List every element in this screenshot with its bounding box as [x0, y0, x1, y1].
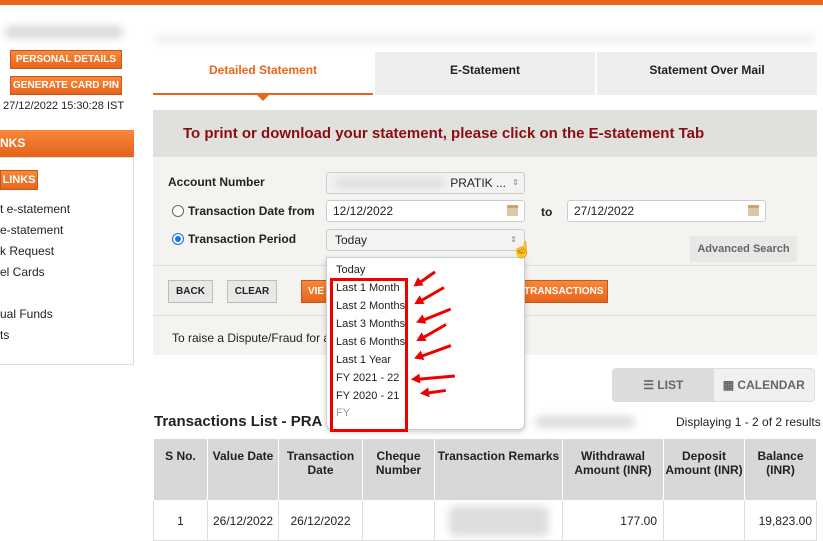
- dispute-text: To raise a Dispute/Fraud for ar: [172, 331, 335, 345]
- col-remarks: Transaction Remarks: [434, 438, 563, 501]
- account-select[interactable]: PRATIK ... ⇕: [326, 172, 525, 194]
- tab-e-statement[interactable]: E-Statement: [375, 52, 595, 95]
- sidebar-link[interactable]: el Cards: [0, 265, 45, 279]
- calendar-icon: ▦: [722, 378, 738, 392]
- calendar-view-button[interactable]: ▦ CALENDAR: [714, 369, 815, 401]
- transactions-table: S No. Value Date Transaction Date Cheque…: [153, 438, 817, 541]
- cell-cheque: [362, 500, 435, 541]
- links-header: NKS: [0, 130, 134, 157]
- tab-statement-over-mail[interactable]: Statement Over Mail: [597, 52, 817, 95]
- annotation-box: [330, 278, 408, 432]
- tab-detailed-statement[interactable]: Detailed Statement: [153, 52, 373, 101]
- account-number-label: Account Number: [168, 175, 265, 189]
- hand-cursor-icon: ☝: [512, 242, 532, 259]
- sidebar-link[interactable]: t e-statement: [0, 202, 70, 216]
- view-toggle: ☰ LIST ▦ CALENDAR: [612, 368, 815, 402]
- cell-sno: 1: [153, 500, 208, 541]
- sidebar-link[interactable]: k Request: [0, 244, 54, 258]
- col-value-date: Value Date: [207, 438, 279, 501]
- calendar-icon[interactable]: [748, 205, 759, 216]
- sidebar-link[interactable]: e-statement: [0, 223, 63, 237]
- sidebar-link[interactable]: ts: [0, 328, 9, 342]
- results-count: Displaying 1 - 2 of 2 results: [676, 415, 821, 429]
- cell-withdrawal: 177.00: [562, 500, 664, 541]
- personal-details-button[interactable]: PERSONAL DETAILS: [10, 50, 122, 69]
- last-login: 27/12/2022 15:30:28 IST: [3, 100, 125, 112]
- cell-remarks: [434, 500, 563, 541]
- advanced-search-button[interactable]: Advanced Search: [690, 236, 797, 262]
- clear-button[interactable]: CLEAR: [227, 280, 277, 303]
- transactions-button[interactable]: TRANSACTIONS: [515, 280, 608, 303]
- cell-balance: 19,823.00: [744, 500, 817, 541]
- statement-tabs: Detailed Statement E-Statement Statement…: [153, 52, 817, 101]
- date-from-input[interactable]: 12/12/2022: [326, 200, 525, 222]
- period-select[interactable]: Today ⇕: [326, 229, 525, 251]
- back-button[interactable]: BACK: [168, 280, 213, 303]
- links-button[interactable]: LINKS: [0, 170, 38, 190]
- blurred-username: [5, 25, 123, 39]
- option-today[interactable]: Today: [336, 264, 365, 276]
- date-from-option[interactable]: Transaction Date from: [172, 204, 315, 218]
- top-bar: [0, 0, 823, 5]
- sidebar-link[interactable]: ual Funds: [0, 307, 53, 321]
- col-deposit: Deposit Amount (INR): [663, 438, 745, 501]
- col-balance: Balance (INR): [744, 438, 817, 501]
- info-banner: To print or download your statement, ple…: [153, 110, 817, 157]
- period-option[interactable]: Transaction Period: [172, 232, 296, 246]
- to-label: to: [541, 205, 553, 219]
- col-sno: S No.: [153, 438, 208, 501]
- col-transaction-date: Transaction Date: [278, 438, 363, 501]
- list-view-button[interactable]: ☰ LIST: [613, 369, 714, 401]
- cell-deposit: [663, 500, 745, 541]
- cell-value-date: 26/12/2022: [207, 500, 279, 541]
- calendar-icon[interactable]: [507, 205, 518, 216]
- col-withdrawal: Withdrawal Amount (INR): [562, 438, 664, 501]
- generate-card-pin-button[interactable]: GENERATE CARD PIN: [10, 76, 122, 95]
- table-row: 1 26/12/2022 26/12/2022 177.00 19,823.00: [153, 500, 817, 541]
- col-cheque-number: Cheque Number: [362, 438, 435, 501]
- blurred-header: [155, 35, 815, 43]
- list-icon: ☰: [643, 378, 658, 392]
- date-to-input[interactable]: 27/12/2022: [567, 200, 766, 222]
- period-radio[interactable]: [172, 233, 184, 245]
- date-from-radio[interactable]: [172, 205, 184, 217]
- transactions-list-title: Transactions List - PRA: [154, 413, 323, 430]
- blurred-account: [535, 416, 635, 428]
- cell-transaction-date: 26/12/2022: [278, 500, 363, 541]
